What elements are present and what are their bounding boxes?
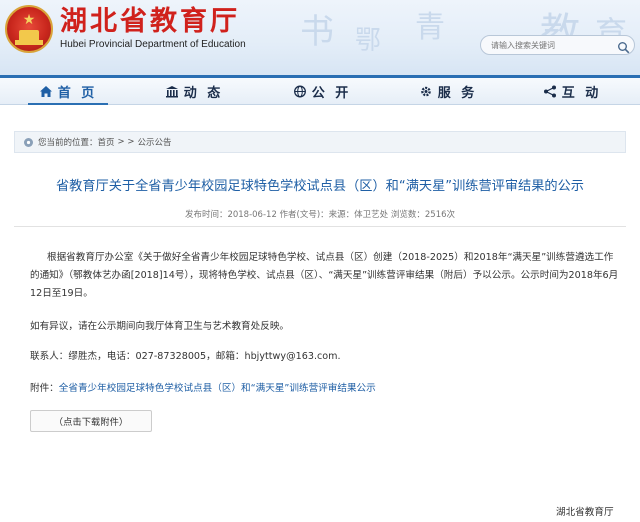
active-indicator	[28, 103, 108, 105]
main-nav: 首 页 动 态 公 开 服 务 互 动	[0, 75, 640, 105]
nav-item-label: 公 开	[311, 86, 352, 101]
share-icon	[543, 85, 556, 98]
divider	[14, 226, 626, 227]
article-meta: 发布时间：2018-06-12 作者(文号)：来源：体卫艺处 浏览数：2516次	[184, 210, 456, 220]
site-title[interactable]: 湖北省教育厅	[60, 5, 240, 39]
nav-item-service[interactable]: 服 务	[388, 78, 508, 105]
site-header: 书 鄂 青 教 育 ★ 湖北省教育厅 Hubei Provincial Depa…	[0, 0, 640, 75]
article-title: 省教育厅关于全省青少年校园足球特色学校试点县（区）和“满天星”训练营评审结果的公…	[56, 179, 584, 194]
site-subtitle: Hubei Provincial Department of Education	[60, 39, 246, 50]
building-icon	[165, 86, 178, 98]
nav-item-news[interactable]: 动 态	[134, 78, 254, 105]
globe-icon	[293, 85, 306, 98]
home-icon	[39, 86, 52, 97]
breadcrumb-current-link[interactable]: 公示公告	[137, 136, 171, 148]
header-decoration: 鄂	[355, 26, 382, 56]
emblem-base	[15, 40, 43, 45]
star-icon: ★	[22, 12, 36, 28]
search-input[interactable]	[491, 38, 606, 53]
download-attachment-button[interactable]: （点击下载附件）	[30, 410, 152, 432]
attachment-prefix: 附件：	[30, 383, 59, 394]
location-icon	[24, 137, 33, 147]
nav-item-label: 互 动	[561, 86, 602, 101]
breadcrumb: 您当前的位置： 首页 > > 公示公告	[14, 131, 626, 153]
search-box[interactable]	[480, 35, 635, 55]
header-decoration: 书	[300, 12, 334, 52]
gate-icon	[19, 30, 39, 40]
search-icon[interactable]	[617, 39, 630, 54]
nav-item-label: 服 务	[437, 86, 478, 101]
gear-icon	[420, 86, 431, 97]
nav-item-home[interactable]: 首 页	[8, 78, 128, 105]
attachment-line: 附件：全省青少年校园足球特色学校试点县（区）和“满天星”训练营评审结果公示	[30, 380, 376, 398]
article-paragraph: 如有异议，请在公示期间向我厅体育卫生与艺术教育处反映。	[30, 321, 290, 332]
nav-item-label: 首 页	[57, 86, 98, 101]
nav-item-public[interactable]: 公 开	[262, 78, 382, 105]
nav-item-interact[interactable]: 互 动	[512, 78, 632, 105]
header-decoration: 青	[415, 10, 445, 45]
signature: 湖北省教育厅	[556, 507, 614, 518]
contact-info: 联系人：缪胜杰，电话：027-87328005，邮箱：hbjyttwy@163.…	[30, 351, 341, 362]
breadcrumb-home-link[interactable]: 首页	[98, 136, 115, 148]
attachment-link[interactable]: 全省青少年校园足球特色学校试点县（区）和“满天星”训练营评审结果公示	[59, 383, 376, 394]
national-emblem-logo[interactable]: ★	[5, 5, 53, 53]
breadcrumb-separator: > >	[117, 137, 135, 147]
nav-item-label: 动 态	[183, 86, 224, 101]
article-paragraph: 根据省教育厅办公室《关于做好全省青少年校园足球特色学校、试点县（区）创建（201…	[30, 252, 619, 299]
breadcrumb-prefix: 您当前的位置：	[38, 138, 98, 148]
